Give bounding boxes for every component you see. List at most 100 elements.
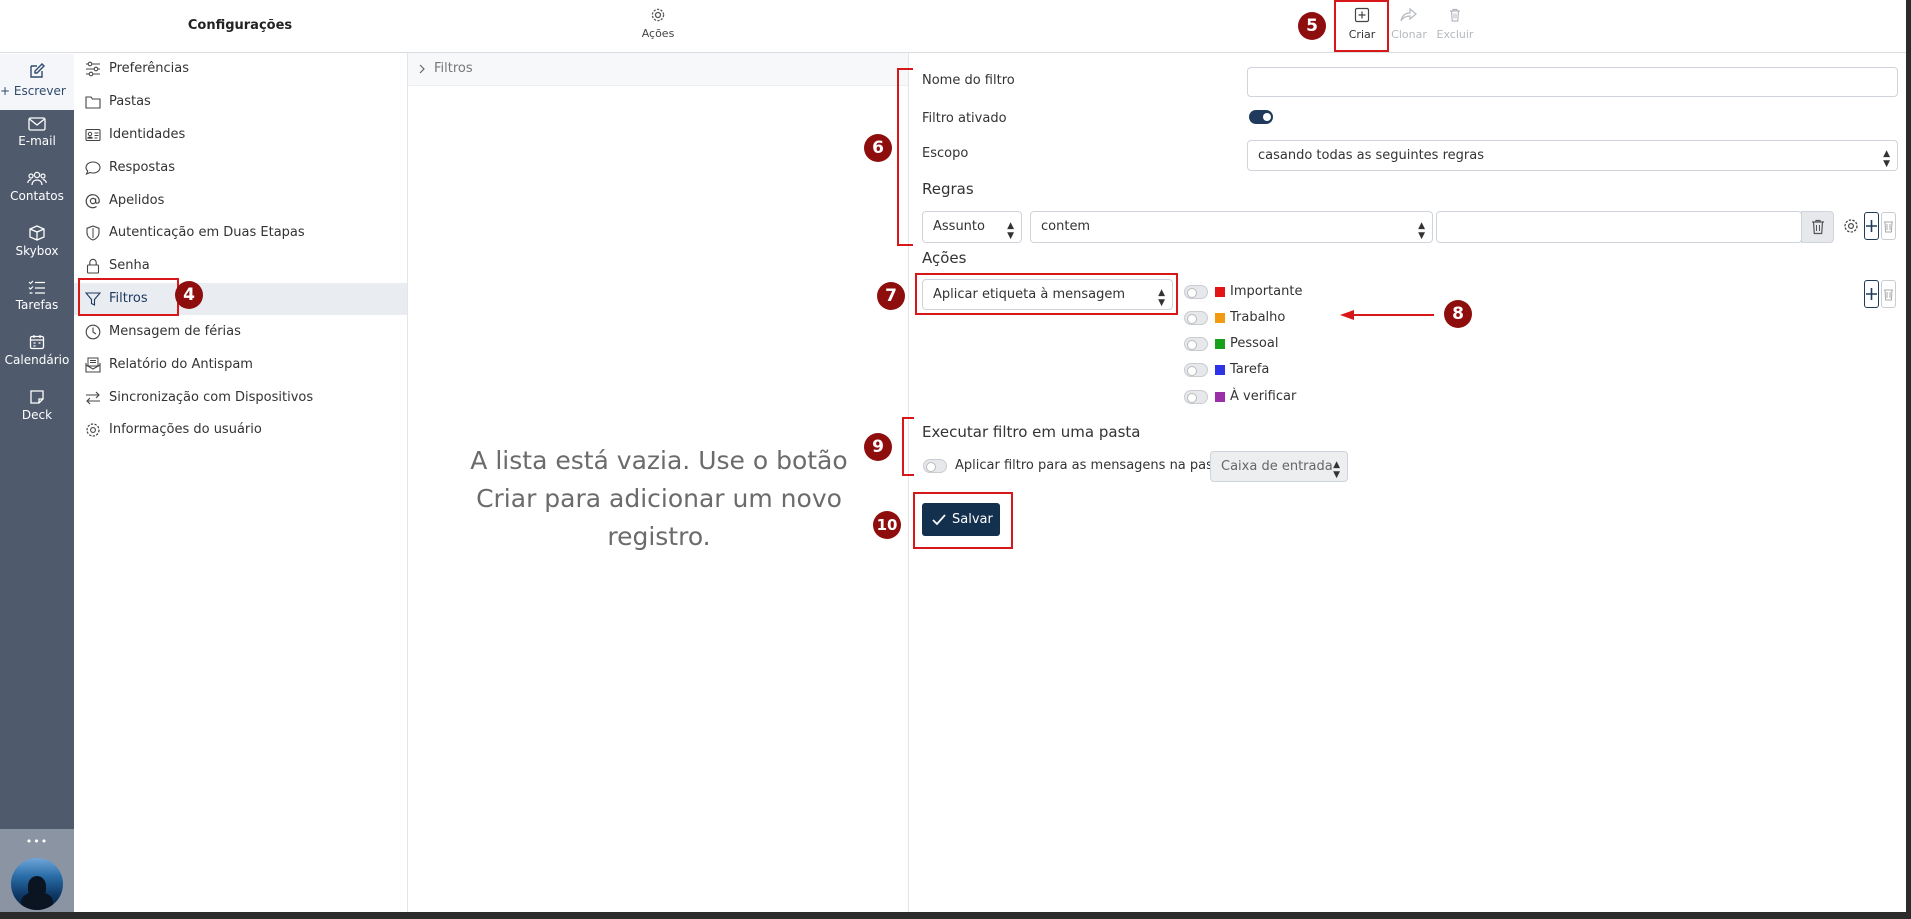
trash-icon bbox=[1884, 221, 1893, 233]
tag-color-swatch bbox=[1215, 313, 1225, 323]
compose-label: + Escrever bbox=[0, 84, 66, 98]
tag-color-swatch bbox=[1215, 339, 1225, 349]
run-filter-toggle[interactable] bbox=[923, 459, 947, 473]
rule-value-input[interactable] bbox=[1436, 211, 1802, 243]
nav-item-folders[interactable]: Pastas bbox=[74, 86, 407, 118]
rail-item-contacts[interactable]: Contatos bbox=[0, 171, 74, 203]
nav-item-aliases[interactable]: Apelidos bbox=[74, 185, 407, 217]
window-border-right bbox=[1906, 0, 1911, 919]
scope-value: casando todas as seguintes regras bbox=[1258, 148, 1484, 163]
actions-button[interactable]: Ações bbox=[628, 7, 688, 40]
tag-toggle-tarefa[interactable] bbox=[1184, 363, 1208, 377]
nav-label: Respostas bbox=[109, 160, 176, 175]
annotation-box-filters bbox=[78, 278, 179, 316]
tag-toggle-pessoal[interactable] bbox=[1184, 337, 1208, 351]
pencil-square-icon bbox=[30, 63, 45, 78]
annotation-arrow-icon bbox=[1340, 310, 1434, 320]
rule-field-value: Assunto bbox=[933, 219, 985, 234]
rail-item-tasks[interactable]: Tarefas bbox=[0, 280, 74, 312]
trash-icon bbox=[1812, 219, 1824, 235]
id-card-icon bbox=[85, 128, 101, 142]
breadcrumb: Filtros bbox=[408, 53, 908, 86]
window-border-bottom bbox=[0, 912, 1911, 919]
select-arrows-icon: ▲ ▼ bbox=[1418, 221, 1425, 241]
tag-color-swatch bbox=[1215, 287, 1225, 297]
tag-color-swatch bbox=[1215, 392, 1225, 402]
add-action-button[interactable] bbox=[1864, 280, 1879, 308]
folder-icon bbox=[85, 96, 101, 109]
annotation-badge-6: 6 bbox=[864, 134, 892, 162]
rule-field-select[interactable]: Assunto ▲ ▼ bbox=[922, 211, 1022, 243]
more-apps-button[interactable]: ••• bbox=[0, 835, 74, 848]
sticky-note-icon bbox=[30, 390, 44, 404]
select-arrows-icon: ▲ ▼ bbox=[1883, 149, 1890, 169]
rules-heading: Regras bbox=[922, 180, 974, 198]
rail-label-calendar: Calendário bbox=[4, 353, 70, 367]
rail-label-skybox: Skybox bbox=[15, 244, 59, 258]
nav-label: Autenticação em Duas Etapas bbox=[109, 225, 305, 240]
tag-label-tarefa: Tarefa bbox=[1230, 362, 1270, 377]
plus-icon bbox=[1866, 288, 1877, 300]
nav-item-device-sync[interactable]: Sincronização com Dispositivos bbox=[74, 382, 407, 414]
sync-arrows-icon bbox=[86, 391, 100, 405]
annotation-bracket-run bbox=[902, 417, 914, 476]
annotation-badge-4: 4 bbox=[175, 281, 203, 309]
share-arrow-icon bbox=[1400, 7, 1417, 22]
nav-label: Identidades bbox=[109, 127, 186, 142]
nav-label: Relatório do Antispam bbox=[109, 357, 253, 372]
rail-item-skybox[interactable]: Skybox bbox=[0, 225, 74, 258]
tag-toggle-trabalho[interactable] bbox=[1184, 311, 1208, 325]
gear-icon bbox=[651, 8, 665, 22]
rail-item-calendar[interactable]: Calendário bbox=[0, 334, 74, 367]
nav-label: Preferências bbox=[109, 61, 190, 76]
annotation-box-create bbox=[1334, 0, 1389, 52]
tag-toggle-importante[interactable] bbox=[1184, 285, 1208, 299]
scope-select[interactable]: casando todas as seguintes regras ▲ ▼ bbox=[1247, 140, 1898, 171]
filter-name-input[interactable] bbox=[1247, 67, 1898, 97]
clone-button[interactable]: Clonar bbox=[1383, 7, 1435, 41]
filter-enabled-toggle[interactable] bbox=[1249, 110, 1273, 124]
box-icon bbox=[29, 225, 45, 241]
add-rule-button[interactable] bbox=[1864, 212, 1879, 240]
envelope-icon bbox=[28, 117, 46, 131]
nav-item-two-factor[interactable]: Autenticação em Duas Etapas bbox=[74, 217, 407, 249]
tag-label-importante: Importante bbox=[1230, 284, 1303, 299]
nav-item-responses[interactable]: Respostas bbox=[74, 152, 407, 184]
annotation-box-action bbox=[915, 273, 1178, 315]
at-icon bbox=[85, 194, 100, 209]
delete-button[interactable]: Excluir bbox=[1429, 7, 1481, 41]
tag-toggle-a-verificar[interactable] bbox=[1184, 390, 1208, 404]
rail-item-email[interactable]: E-mail bbox=[0, 117, 74, 148]
breadcrumb-label: Filtros bbox=[434, 61, 473, 76]
trash-icon bbox=[1450, 8, 1460, 22]
rule-operator-select[interactable]: contem ▲ ▼ bbox=[1030, 211, 1433, 243]
actions-heading: Ações bbox=[922, 249, 967, 267]
nav-item-user-info[interactable]: Informações do usuário bbox=[74, 414, 407, 446]
nav-item-antispam[interactable]: Relatório do Antispam bbox=[74, 349, 407, 381]
annotation-badge-10: 10 bbox=[873, 511, 901, 539]
filter-name-label: Nome do filtro bbox=[922, 73, 1015, 88]
rail-footer: ••• bbox=[0, 829, 74, 912]
nav-item-preferences[interactable]: Preferências bbox=[74, 53, 407, 85]
compose-button[interactable]: + Escrever bbox=[0, 54, 74, 110]
delete-label: Excluir bbox=[1436, 28, 1474, 41]
settings-title: Configurações bbox=[187, 18, 293, 33]
run-folder-select[interactable]: Caixa de entrada ▲ ▼ bbox=[1210, 451, 1348, 482]
clone-label: Clonar bbox=[1391, 28, 1427, 41]
remove-rule-button[interactable] bbox=[1881, 212, 1896, 240]
annotation-box-save bbox=[913, 492, 1013, 549]
tag-label-trabalho: Trabalho bbox=[1230, 310, 1286, 325]
annotation-badge-8: 8 bbox=[1444, 300, 1472, 328]
rule-delete-button[interactable] bbox=[1801, 211, 1834, 243]
nav-item-vacation[interactable]: Mensagem de férias bbox=[74, 316, 407, 348]
rail-item-deck[interactable]: Deck bbox=[0, 389, 74, 422]
nav-item-identities[interactable]: Identidades bbox=[74, 119, 407, 151]
empty-list-message: A lista está vazia. Use o botão Criar pa… bbox=[470, 446, 848, 551]
run-filter-heading: Executar filtro em uma pasta bbox=[922, 423, 1141, 441]
rule-options-gear-icon[interactable] bbox=[1843, 218, 1859, 234]
annotation-bracket-fields bbox=[897, 68, 913, 246]
avatar[interactable] bbox=[11, 858, 63, 910]
remove-action-button[interactable] bbox=[1881, 280, 1896, 308]
rail-label-deck: Deck bbox=[21, 408, 53, 422]
filter-enabled-label: Filtro ativado bbox=[922, 111, 1007, 126]
